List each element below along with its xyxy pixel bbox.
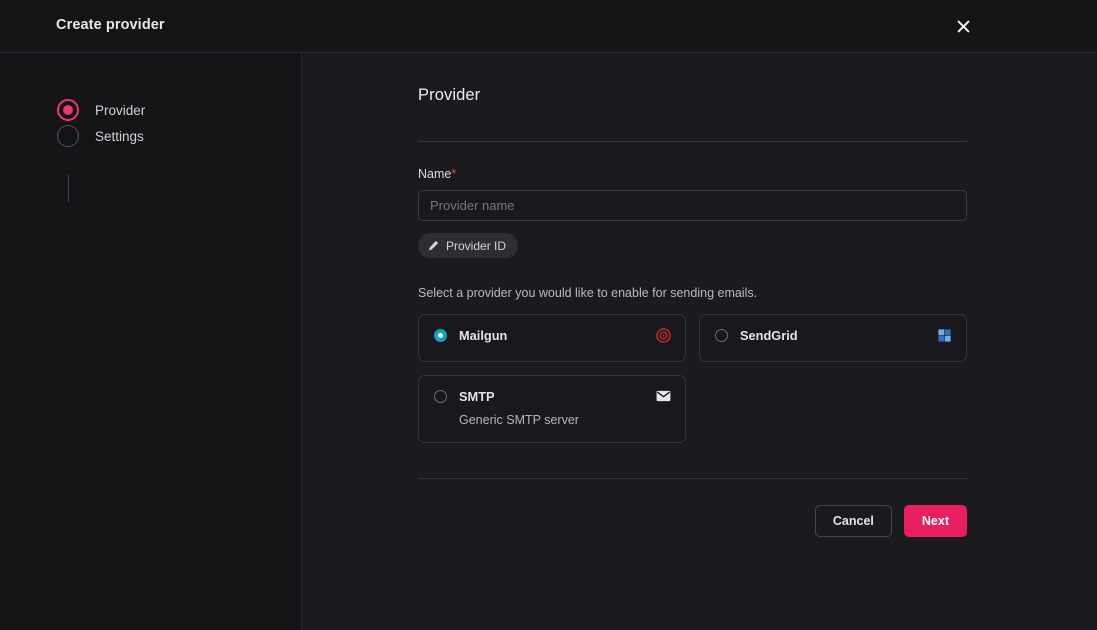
provider-id-label: Provider ID xyxy=(446,238,507,253)
content-panel: Provider Name* Provider ID Select a p xyxy=(302,53,1097,630)
divider-top xyxy=(418,141,967,142)
name-label-text: Name xyxy=(418,167,452,181)
provider-helper-text: Select a provider you would like to enab… xyxy=(418,286,758,300)
page-title: Create provider xyxy=(56,17,165,33)
provider-subtitle-smtp: Generic SMTP server xyxy=(459,413,579,427)
provider-card-list: Mailgun SendGrid SMTP Generic SMTP serve… xyxy=(418,314,967,443)
sendgrid-icon xyxy=(936,327,952,343)
provider-name-sendgrid: SendGrid xyxy=(740,328,798,343)
step-item-provider[interactable]: Provider xyxy=(0,97,301,123)
step-item-settings[interactable]: Settings xyxy=(0,123,301,149)
modal-body: Provider Settings Provider Name* Provide… xyxy=(0,52,1097,630)
section-title: Provider xyxy=(418,86,481,104)
step-radio-icon-provider xyxy=(57,99,79,121)
footer-actions: Cancel Next xyxy=(418,505,967,537)
wizard-stepper: Provider Settings xyxy=(0,53,302,630)
provider-card-smtp[interactable]: SMTP Generic SMTP server xyxy=(418,375,686,443)
radio-icon-sendgrid[interactable] xyxy=(715,329,728,342)
step-radio-icon-settings xyxy=(57,125,79,147)
mailgun-icon xyxy=(655,327,671,343)
modal-header: Create provider xyxy=(0,0,1097,52)
provider-card-sendgrid[interactable]: SendGrid xyxy=(699,314,967,362)
provider-id-button[interactable]: Provider ID xyxy=(418,233,519,258)
next-button[interactable]: Next xyxy=(903,505,967,537)
step-label-provider: Provider xyxy=(95,102,146,118)
provider-name-mailgun: Mailgun xyxy=(459,328,508,343)
radio-icon-mailgun[interactable] xyxy=(434,329,447,342)
envelope-icon xyxy=(655,388,671,404)
create-provider-modal: Create provider Provider Settings Provid… xyxy=(0,0,1097,630)
cancel-button[interactable]: Cancel xyxy=(814,505,892,537)
radio-icon-smtp[interactable] xyxy=(434,390,447,403)
divider-bottom xyxy=(418,478,967,479)
step-label-settings: Settings xyxy=(95,128,144,144)
provider-card-mailgun[interactable]: Mailgun xyxy=(418,314,686,362)
pencil-icon xyxy=(428,240,439,251)
close-icon[interactable] xyxy=(952,15,974,37)
provider-name-smtp: SMTP xyxy=(459,389,495,404)
required-asterisk: * xyxy=(451,167,457,181)
provider-name-input[interactable] xyxy=(418,190,967,221)
step-connector-line xyxy=(68,175,69,202)
name-field-label: Name* xyxy=(418,167,967,181)
